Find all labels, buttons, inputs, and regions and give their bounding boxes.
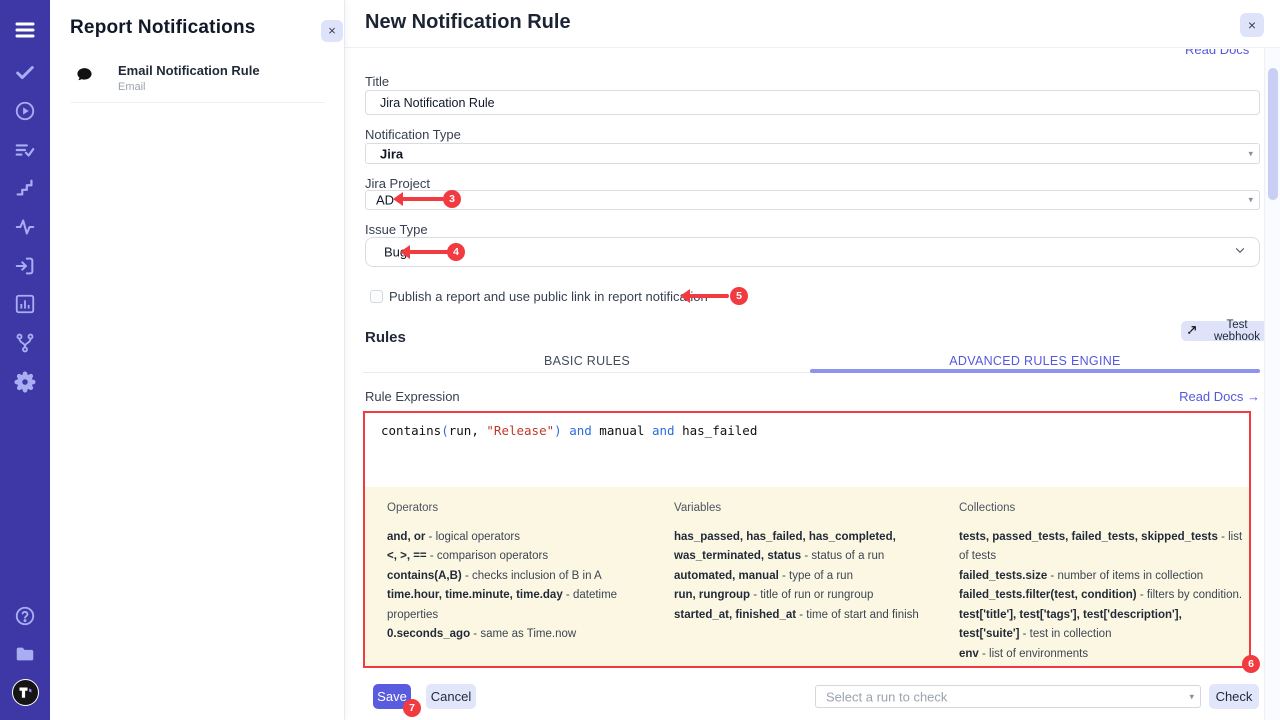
help-item: failed_tests.filter(test, condition) - f… — [959, 586, 1244, 606]
notification-item-title: Email Notification Rule — [118, 63, 260, 78]
panel-title: Report Notifications — [70, 17, 256, 39]
notification-type-select[interactable]: Jira ▾ — [365, 143, 1260, 164]
help-item: has_passed, has_failed, has_completed, w… — [674, 528, 954, 567]
expression-help-panel: Operators and, or - logical operators<, … — [365, 487, 1249, 666]
publish-report-checkbox[interactable] — [370, 290, 383, 303]
scrollbar-thumb[interactable] — [1268, 68, 1278, 200]
help-column-header: Variables — [674, 499, 954, 519]
help-items-variables: has_passed, has_failed, has_completed, w… — [674, 528, 954, 626]
issue-type-label: Issue Type — [365, 222, 428, 237]
runs-play-icon[interactable] — [0, 99, 50, 123]
help-item: and, or - logical operators — [387, 528, 659, 548]
title-input[interactable] — [365, 90, 1260, 115]
jira-project-value: AD — [376, 193, 394, 208]
chevron-down-icon — [1233, 244, 1247, 261]
logo-t-icon[interactable] — [0, 679, 50, 706]
annotation-arrow-5 — [689, 294, 729, 298]
rule-expression-editor[interactable]: contains(run, "Release") and manual and … — [365, 413, 1249, 487]
annotation-badge-6: 6 — [1242, 655, 1260, 673]
tests-check-icon[interactable] — [0, 61, 50, 85]
new-notification-rule-drawer: New Notification Rule × Read Docs → Titl… — [345, 0, 1280, 720]
help-column-header: Collections — [959, 499, 1244, 519]
publish-report-label: Publish a report and use public link in … — [389, 289, 708, 304]
help-item: contains(A,B) - checks inclusion of B in… — [387, 567, 659, 587]
plans-list-check-icon[interactable] — [0, 138, 50, 162]
annotation-badge-4: 4 — [447, 243, 465, 261]
help-item: failed_tests.size - number of items in c… — [959, 567, 1244, 587]
help-item: 0.seconds_ago - same as Time.now — [387, 625, 659, 645]
reports-bar-chart-icon[interactable] — [0, 292, 50, 316]
folder-icon[interactable] — [0, 642, 50, 666]
help-items-operators: and, or - logical operators<, >, == - co… — [387, 528, 659, 645]
menu-icon[interactable] — [0, 18, 50, 42]
help-item: <, >, == - comparison operators — [387, 547, 659, 567]
help-item: run, rungroup - title of run or rungroup — [674, 586, 954, 606]
annotation-arrow-4 — [409, 250, 449, 254]
select-arrow-icon: ▾ — [1248, 148, 1253, 159]
jira-project-label: Jira Project — [365, 176, 430, 191]
help-item: env - list of environments — [959, 645, 1244, 665]
annotation-arrow-3 — [402, 197, 444, 201]
milestones-steps-icon[interactable] — [0, 176, 50, 200]
notification-item-subtitle: Email — [118, 81, 146, 93]
active-tab-underline — [810, 369, 1260, 373]
notification-type-value: Jira — [380, 146, 403, 161]
run-to-check-select[interactable]: Select a run to check ▾ — [815, 685, 1201, 708]
issue-type-select[interactable]: Bug — [365, 237, 1260, 267]
chat-bubble-icon — [76, 66, 93, 88]
read-docs-link[interactable]: Read Docs → — [1179, 389, 1260, 404]
help-item: test['title'], test['tags'], test['descr… — [959, 606, 1244, 645]
title-label: Title — [365, 74, 389, 89]
branch-icon[interactable] — [0, 331, 50, 355]
help-item: time.hour, time.minute, time.day - datet… — [387, 586, 659, 625]
help-item: tests, passed_tests, failed_tests, skipp… — [959, 528, 1244, 567]
jira-project-select[interactable]: AD ▾ — [365, 190, 1260, 210]
analytics-activity-icon[interactable] — [0, 215, 50, 239]
pulls-sign-in-icon[interactable] — [0, 254, 50, 278]
run-select-placeholder: Select a run to check — [826, 689, 947, 704]
help-column-operators: Operators and, or - logical operators<, … — [387, 499, 659, 645]
check-button[interactable]: Check — [1209, 684, 1259, 709]
cancel-button[interactable]: Cancel — [426, 684, 476, 709]
help-item: started_at, finished_at - time of start … — [674, 606, 954, 626]
annotation-badge-5: 5 — [730, 287, 748, 305]
select-arrow-icon: ▾ — [1248, 195, 1253, 206]
help-column-header: Operators — [387, 499, 659, 519]
app-root: Report Notifications × Email Notificatio… — [0, 0, 1280, 720]
scrollbar-track[interactable] — [1264, 48, 1280, 720]
rule-expression-code: contains(run, "Release") and manual and … — [381, 423, 757, 438]
annotation-badge-7: 7 — [403, 699, 421, 717]
panel-close-button[interactable]: × — [321, 20, 343, 42]
rule-expression-label: Rule Expression — [365, 389, 460, 404]
annotation-badge-3: 3 — [443, 190, 461, 208]
notification-type-label: Notification Type — [365, 127, 461, 142]
drawer-title: New Notification Rule — [365, 11, 571, 34]
webhook-icon — [1187, 324, 1198, 338]
select-arrow-icon: ▾ — [1189, 691, 1194, 702]
rule-editor-annotated-box: contains(run, "Release") and manual and … — [363, 411, 1251, 668]
help-items-collections: tests, passed_tests, failed_tests, skipp… — [959, 528, 1244, 665]
notification-list-item[interactable]: Email Notification Rule Email — [70, 60, 325, 103]
help-icon[interactable] — [0, 604, 50, 628]
help-column-collections: Collections tests, passed_tests, failed_… — [959, 499, 1244, 664]
rules-heading: Rules — [365, 329, 406, 346]
read-docs-top-link[interactable]: Read Docs → — [1185, 49, 1261, 62]
drawer-header: New Notification Rule × — [345, 0, 1280, 48]
drawer-close-button[interactable]: × — [1240, 13, 1264, 37]
settings-gear-icon[interactable] — [0, 370, 50, 394]
app-sidebar — [0, 0, 50, 720]
help-column-variables: Variables has_passed, has_failed, has_co… — [674, 499, 954, 625]
tab-advanced-rules-engine[interactable]: ADVANCED RULES ENGINE — [811, 354, 1259, 368]
report-notifications-panel: Report Notifications × Email Notificatio… — [50, 0, 345, 720]
tab-basic-rules[interactable]: BASIC RULES — [363, 354, 811, 368]
help-item: automated, manual - type of a run — [674, 567, 954, 587]
